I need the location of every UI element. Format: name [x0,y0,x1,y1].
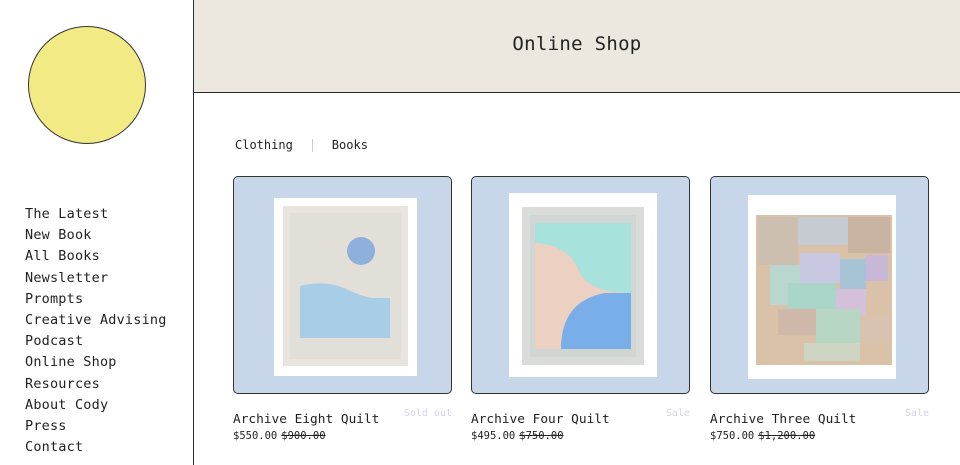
nav-item-all-books[interactable]: All Books [25,246,167,267]
original-price: $750.00 [519,430,564,442]
product-image-frame[interactable] [233,176,452,394]
page-title: Online Shop [512,33,642,55]
nav-item-new-book[interactable]: New Book [25,225,167,246]
original-price: $1,200.00 [758,430,816,442]
product-image [509,193,657,377]
nav-item-prompts[interactable]: Prompts [25,289,167,310]
product-price: $750.00 $1,200.00 [710,430,815,442]
nav-item-the-latest[interactable]: The Latest [25,204,167,225]
page-header: Online Shop [194,0,960,93]
original-price: $900.00 [281,430,326,442]
product-title[interactable]: Archive Four Quilt [471,412,610,427]
product-card: Archive Four Quilt Sale $495.00 $750.00 [471,176,690,442]
sidebar: The Latest New Book All Books Newsletter… [0,0,194,465]
category-filter: Clothing Books [235,138,368,152]
product-title[interactable]: Archive Three Quilt [710,412,856,427]
nav-item-online-shop[interactable]: Online Shop [25,352,167,373]
sale-badge: Sale [665,408,690,419]
nav-item-podcast[interactable]: Podcast [25,331,167,352]
product-image-frame[interactable] [471,176,690,394]
category-divider [311,138,313,152]
sale-price: $750.00 [710,430,755,442]
nav-item-creative-advising[interactable]: Creative Advising [25,310,167,331]
product-price: $495.00 $750.00 [471,430,564,442]
sale-price: $495.00 [471,430,516,442]
product-image-frame[interactable] [710,176,929,394]
nav-item-about-cody[interactable]: About Cody [25,395,167,416]
nav-item-contact[interactable]: Contact [25,437,167,458]
product-image [748,195,896,379]
nav-item-resources[interactable]: Resources [25,374,167,395]
sold-out-badge: Sold out [403,408,452,419]
product-title[interactable]: Archive Eight Quilt [233,412,379,427]
product-card: Archive Eight Quilt Sold out $550.00 $900… [233,176,452,442]
sale-badge: Sale [904,408,929,419]
main-nav: The Latest New Book All Books Newsletter… [25,204,167,458]
nav-item-press[interactable]: Press [25,416,167,437]
site-logo[interactable] [28,26,146,144]
product-image [274,198,417,376]
category-link-clothing[interactable]: Clothing [235,138,293,152]
sale-price: $550.00 [233,430,278,442]
category-link-books[interactable]: Books [332,138,368,152]
nav-item-newsletter[interactable]: Newsletter [25,268,167,289]
product-price: $550.00 $900.00 [233,430,326,442]
product-card: Archive Three Quilt Sale $750.00 $1,200.0… [710,176,929,442]
